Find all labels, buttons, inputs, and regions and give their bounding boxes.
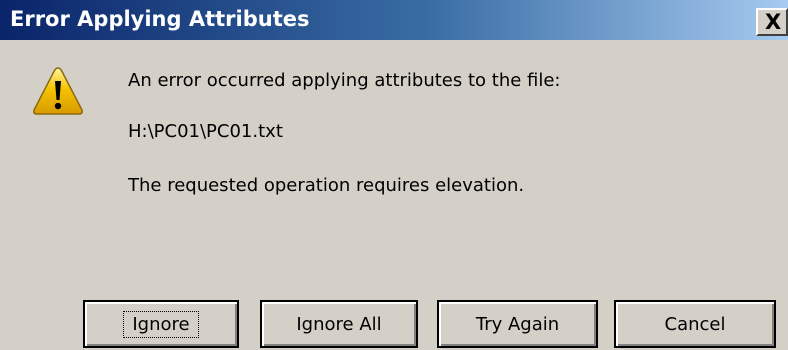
file-path: H:\PC01\PC01.txt (128, 121, 283, 142)
error-message: An error occurred applying attributes to… (128, 70, 561, 91)
warning-icon (33, 67, 83, 115)
close-icon: X (765, 10, 782, 34)
error-detail: The requested operation requires elevati… (128, 175, 525, 196)
dialog-title: Error Applying Attributes (10, 7, 310, 31)
try-again-button-label: Try Again (475, 313, 560, 335)
close-button[interactable]: X (756, 8, 788, 36)
ignore-button[interactable]: Ignore (83, 300, 239, 348)
title-bar[interactable]: Error Applying Attributes X (0, 0, 788, 40)
ignore-all-button-label: Ignore All (296, 313, 382, 335)
cancel-button-label: Cancel (664, 313, 726, 335)
try-again-button[interactable]: Try Again (437, 300, 598, 348)
ignore-all-button[interactable]: Ignore All (260, 300, 418, 348)
error-dialog: Error Applying Attributes X An error occ… (0, 0, 788, 350)
cancel-button[interactable]: Cancel (614, 300, 776, 348)
ignore-button-label: Ignore (123, 310, 199, 338)
